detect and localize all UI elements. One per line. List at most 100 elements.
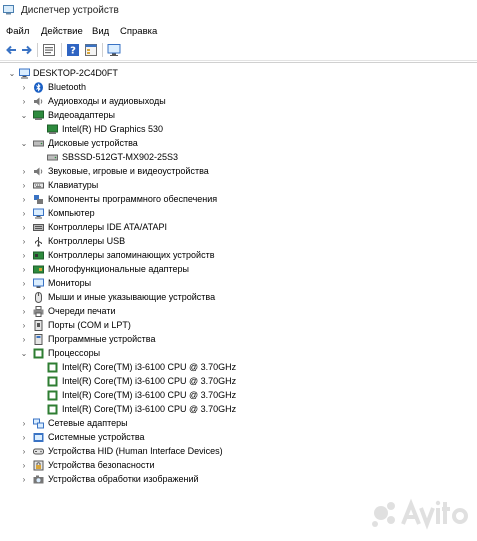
tree-device[interactable]: SBSSD-512GT-MX902-25S3 <box>0 151 477 164</box>
tree-category-display-adapters[interactable]: ⌄ Видеоадаптеры <box>0 109 477 122</box>
category-label: Многофункциональные адаптеры <box>48 264 189 274</box>
expand-icon[interactable]: › <box>20 165 28 178</box>
display-adapter-icon <box>33 110 44 120</box>
monitor-icon <box>33 278 44 288</box>
expand-icon[interactable]: › <box>20 305 28 318</box>
category-label: Устройства HID (Human Interface Devices) <box>48 446 223 456</box>
tree-category-network-adapters[interactable]: › Сетевые адаптеры <box>0 417 477 430</box>
expand-icon[interactable]: › <box>20 221 28 234</box>
expand-icon[interactable]: › <box>20 277 28 290</box>
sound-icon <box>34 167 43 176</box>
expand-icon[interactable]: › <box>20 459 28 472</box>
category-label: Очереди печати <box>48 306 116 316</box>
watermark-logo <box>372 498 468 530</box>
expand-icon[interactable]: › <box>20 193 28 206</box>
tree-category-print-queues[interactable]: › Очереди печати <box>0 305 477 318</box>
view-icon[interactable] <box>84 43 98 57</box>
ide-controller-icon <box>33 224 44 231</box>
expand-icon[interactable]: › <box>20 81 28 94</box>
category-label: Компоненты программного обеспечения <box>48 194 218 204</box>
device-label: Intel(R) Core(TM) i3-6100 CPU @ 3.70GHz <box>62 362 237 372</box>
back-icon[interactable] <box>4 43 18 57</box>
tree-category-security-devices[interactable]: › Устройства безопасности <box>0 459 477 472</box>
tree-root[interactable]: ⌄ DESKTOP-2C4D0FT <box>0 67 477 80</box>
category-label: Системные устройства <box>48 432 145 442</box>
device-tree[interactable]: ⌄ DESKTOP-2C4D0FT › Bluetooth › Аудиовхо… <box>0 62 477 541</box>
tree-category-monitors[interactable]: › Мониторы <box>0 277 477 290</box>
category-label: Устройства обработки изображений <box>48 474 199 484</box>
tree-category-software-components[interactable]: › Компоненты программного обеспечения <box>0 193 477 206</box>
category-label: Программные устройства <box>48 334 156 344</box>
disk-icon <box>47 154 58 161</box>
tree-category-software-devices[interactable]: › Программные устройства <box>0 333 477 346</box>
expand-icon[interactable]: › <box>20 417 28 430</box>
tree-category-storage-controllers[interactable]: › Контроллеры запоминающих устройств <box>0 249 477 262</box>
menu-view[interactable]: Вид <box>92 26 109 37</box>
forward-icon[interactable] <box>20 43 34 57</box>
expand-icon[interactable]: › <box>20 95 28 108</box>
tree-category-ports[interactable]: › Порты (COM и LPT) <box>0 319 477 332</box>
collapse-icon[interactable]: ⌄ <box>20 109 28 122</box>
network-icon <box>33 418 44 429</box>
software-component-icon <box>34 195 43 204</box>
tree-device[interactable]: Intel(R) Core(TM) i3-6100 CPU @ 3.70GHz <box>0 389 477 402</box>
multifunction-icon <box>33 265 44 274</box>
audio-icon <box>34 97 43 106</box>
expand-icon[interactable]: › <box>20 207 28 220</box>
device-label: Intel(R) Core(TM) i3-6100 CPU @ 3.70GHz <box>62 376 237 386</box>
collapse-icon[interactable]: ⌄ <box>20 137 28 150</box>
tree-device[interactable]: Intel(R) HD Graphics 530 <box>0 123 477 136</box>
menu-help[interactable]: Справка <box>120 26 157 37</box>
toolbar: ? <box>0 40 477 61</box>
expand-icon[interactable]: › <box>20 235 28 248</box>
keyboard-icon <box>33 182 44 189</box>
category-label: Контроллеры IDE ATA/ATAPI <box>48 222 167 232</box>
expand-icon[interactable]: › <box>20 333 28 346</box>
tree-category-computer[interactable]: › Компьютер <box>0 207 477 220</box>
menu-bar: Файл Действие Вид Справка <box>0 24 477 40</box>
menu-action[interactable]: Действие <box>41 26 83 37</box>
tree-category-usb[interactable]: › Контроллеры USB <box>0 235 477 248</box>
expand-icon[interactable]: › <box>20 249 28 262</box>
expand-icon[interactable]: › <box>20 291 28 304</box>
collapse-icon[interactable]: ⌄ <box>20 347 28 360</box>
expand-icon[interactable]: › <box>20 445 28 458</box>
tree-device[interactable]: Intel(R) Core(TM) i3-6100 CPU @ 3.70GHz <box>0 375 477 388</box>
toolbar-separator <box>102 43 103 57</box>
tree-category-sound[interactable]: › Звуковые, игровые и видеоустройства <box>0 165 477 178</box>
expand-icon[interactable]: › <box>20 431 28 444</box>
monitor-icon[interactable] <box>107 43 121 57</box>
storage-controller-icon <box>33 251 44 260</box>
tree-category-audio[interactable]: › Аудиовходы и аудиовыходы <box>0 95 477 108</box>
tree-device[interactable]: Intel(R) Core(TM) i3-6100 CPU @ 3.70GHz <box>0 361 477 374</box>
system-device-icon <box>33 433 44 442</box>
collapse-icon[interactable]: ⌄ <box>8 67 16 80</box>
help-icon[interactable]: ? <box>66 43 80 57</box>
tree-root-label: DESKTOP-2C4D0FT <box>33 68 118 78</box>
expand-icon[interactable]: › <box>20 179 28 192</box>
category-label: Клавиатуры <box>48 180 99 190</box>
category-label: Устройства безопасности <box>48 460 155 470</box>
tree-category-keyboards[interactable]: › Клавиатуры <box>0 179 477 192</box>
menu-file[interactable]: Файл <box>6 26 29 37</box>
tree-category-ide-controllers[interactable]: › Контроллеры IDE ATA/ATAPI <box>0 221 477 234</box>
expand-icon[interactable]: › <box>20 263 28 276</box>
processor-icon <box>33 348 44 359</box>
expand-icon[interactable]: › <box>20 473 28 486</box>
printer-icon <box>33 306 44 317</box>
tree-category-hid[interactable]: › Устройства HID (Human Interface Device… <box>0 445 477 458</box>
category-label: Сетевые адаптеры <box>48 418 128 428</box>
device-label: Intel(R) HD Graphics 530 <box>62 124 164 134</box>
security-device-icon <box>33 460 44 471</box>
tree-category-multifunction-adapters[interactable]: › Многофункциональные адаптеры <box>0 263 477 276</box>
tree-device[interactable]: Intel(R) Core(TM) i3-6100 CPU @ 3.70GHz <box>0 403 477 416</box>
tree-category-bluetooth[interactable]: › Bluetooth <box>0 81 477 94</box>
tree-category-imaging-devices[interactable]: › Устройства обработки изображений <box>0 473 477 486</box>
tree-category-processors[interactable]: ⌄ Процессоры <box>0 347 477 360</box>
tree-category-disk-drives[interactable]: ⌄ Дисковые устройства <box>0 137 477 150</box>
properties-icon[interactable] <box>42 43 56 57</box>
tree-category-mice[interactable]: › Мыши и иные указывающие устройства <box>0 291 477 304</box>
device-label: Intel(R) Core(TM) i3-6100 CPU @ 3.70GHz <box>62 404 237 414</box>
tree-category-system-devices[interactable]: › Системные устройства <box>0 431 477 444</box>
expand-icon[interactable]: › <box>20 319 28 332</box>
